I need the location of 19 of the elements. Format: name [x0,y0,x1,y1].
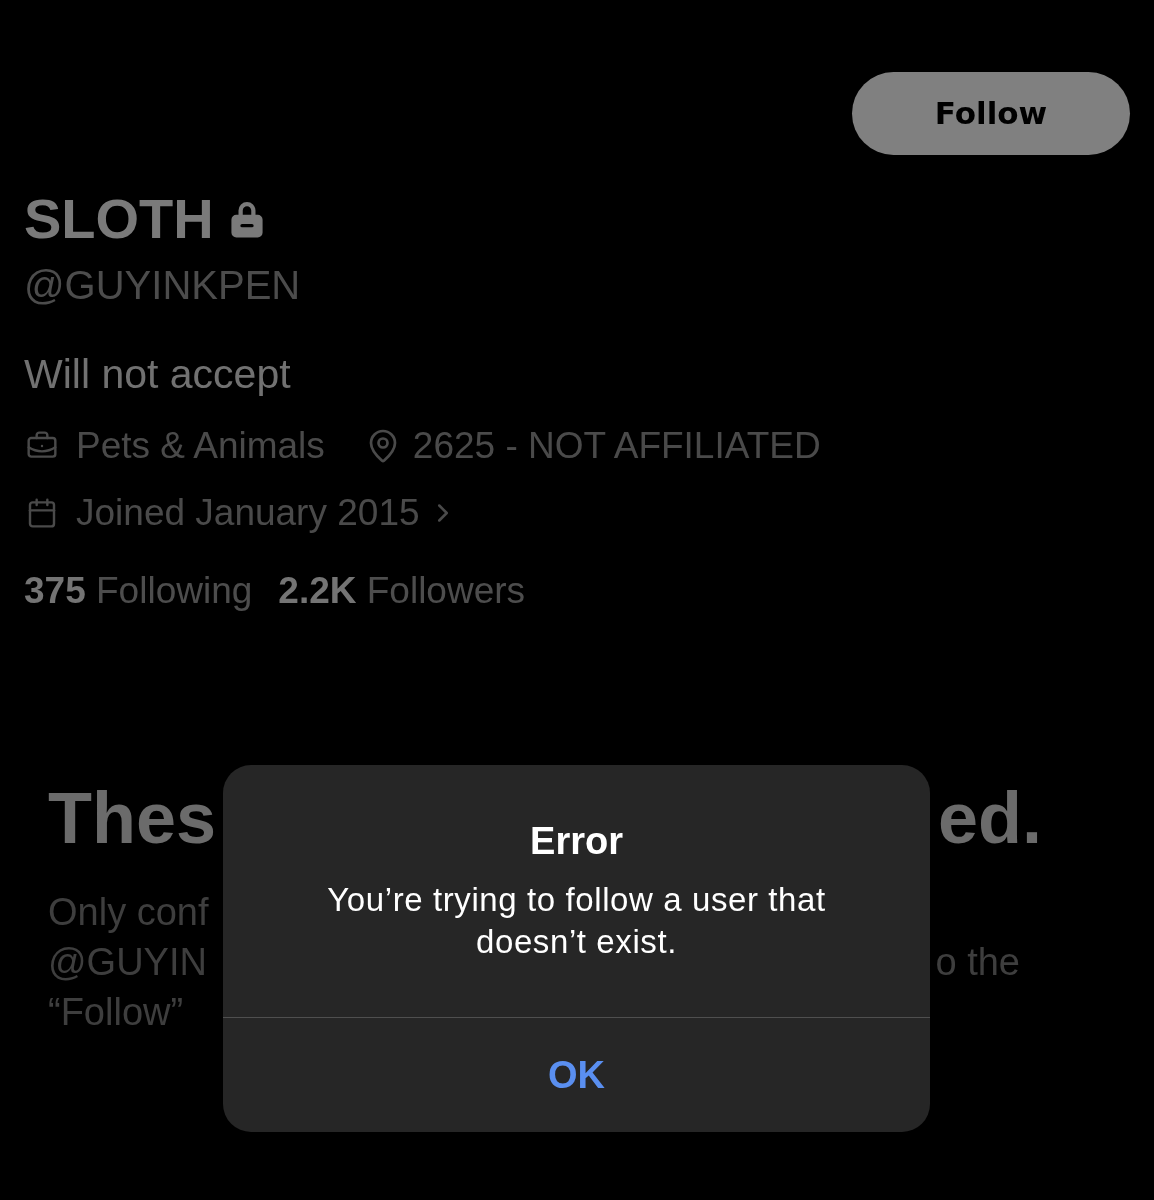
notice-text: “Follow” [48,990,184,1035]
following-stat[interactable]: 375 Following [24,569,253,613]
notice-text: o the [935,940,1020,985]
notice-text: @GUYIN [48,940,207,985]
alert-title: Error [530,819,623,864]
notice-heading: Thes [48,778,217,858]
ok-button[interactable]: OK [223,1018,930,1132]
notice-heading: ed. [937,778,1042,858]
location-text: 2625 - NOT AFFILIATED [412,424,821,468]
follow-button[interactable]: Follow [852,72,1130,155]
category-text: Pets & Animals [76,424,325,468]
followers-stat[interactable]: 2.2K Followers [278,569,526,613]
profile-name: SLOTH [24,186,214,252]
alert-message: You’re trying to follow a user that doesn’t exist. [326,880,827,962]
profile-handle: @GUYINKPEN [24,262,301,308]
profile-bio: Will not accept [24,351,291,397]
calendar-icon [26,497,58,529]
notice-text: Only conf [48,890,209,935]
joined-date: Joined January 2015 [76,491,420,535]
